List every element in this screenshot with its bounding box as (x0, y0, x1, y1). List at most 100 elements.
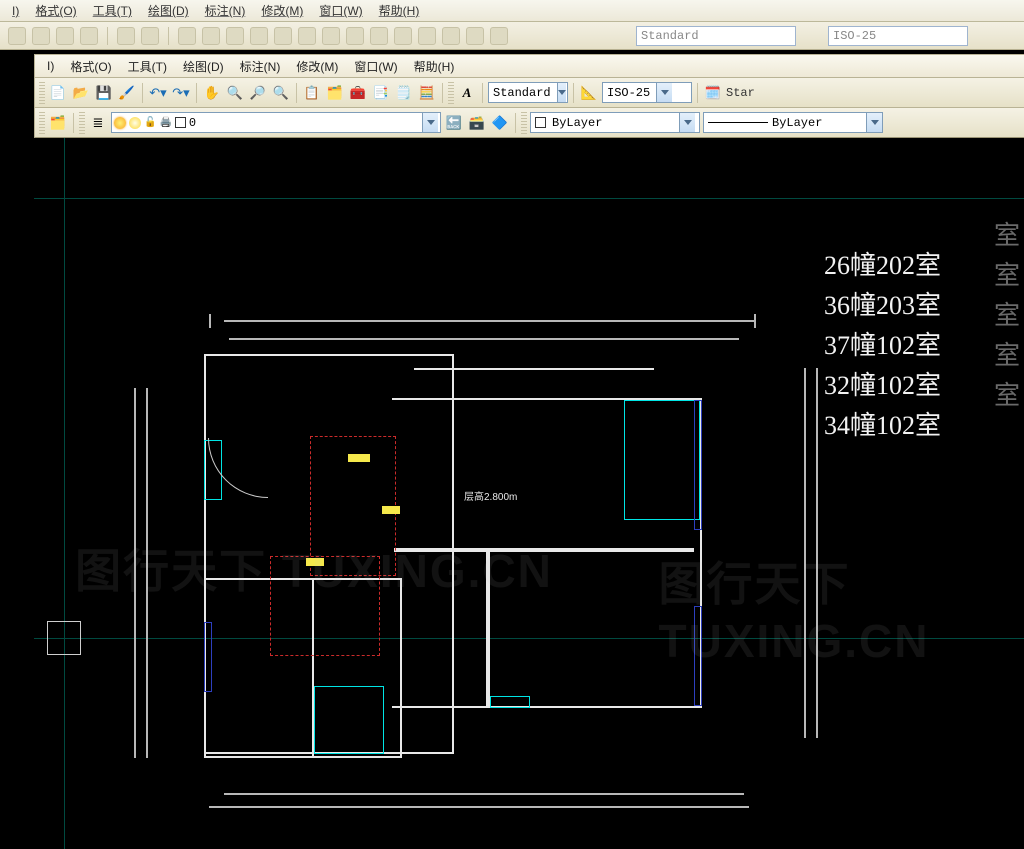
back-tool-icon[interactable] (226, 27, 244, 45)
separator (482, 83, 483, 103)
open-icon[interactable]: 📂 (71, 83, 91, 103)
back-tool-icon[interactable] (141, 27, 159, 45)
back-tool-icon[interactable] (32, 27, 50, 45)
menu-item-window[interactable]: 窗口(W) (348, 58, 403, 75)
color-swatch (535, 117, 546, 128)
back-tool-icon[interactable] (466, 27, 484, 45)
properties-icon[interactable]: 📋 (302, 83, 322, 103)
back-menu-item[interactable]: 格式(O) (29, 2, 82, 19)
menu-item-modify[interactable]: 修改(M) (290, 58, 344, 75)
trimmed-combo-label: Star (726, 86, 755, 100)
redo-icon[interactable]: ↷▾ (171, 83, 191, 103)
pan-icon[interactable]: ✋ (202, 83, 222, 103)
drawing-canvas[interactable]: 层高2.800m 室 室 室 室 室 26幢202室 36幢203室 37幢10… (34, 138, 1024, 849)
back-tool-icon[interactable] (80, 27, 98, 45)
design-center-icon[interactable]: 🗂️ (325, 83, 345, 103)
back-tool-icon[interactable] (8, 27, 26, 45)
new-icon[interactable]: 📄 (48, 83, 68, 103)
toolbar-grip[interactable] (79, 112, 85, 134)
duct (270, 556, 380, 656)
equipment-tag (306, 558, 324, 566)
zoom-realtime-icon[interactable]: 🔍 (225, 83, 245, 103)
color-combo[interactable]: ByLayer (530, 112, 700, 133)
cursor-pickbox (47, 621, 81, 655)
menu-item[interactable]: I) (41, 59, 60, 73)
dim-style-combo[interactable]: ISO-25 (602, 82, 692, 103)
save-icon[interactable]: 💾 (94, 83, 114, 103)
dropdown-arrow-icon (656, 83, 672, 102)
back-tool-icon[interactable] (370, 27, 388, 45)
text-style-icon[interactable]: A (457, 83, 477, 103)
back-menu-item[interactable]: 帮助(H) (373, 2, 426, 19)
dropdown-arrow-icon (866, 113, 882, 132)
menu-item-format[interactable]: 格式(O) (64, 58, 117, 75)
dimension-line (146, 388, 148, 758)
menu-item-dimension[interactable]: 标注(N) (234, 58, 287, 75)
back-tool-icon[interactable] (418, 27, 436, 45)
dimension-tick (209, 314, 211, 328)
back-menu-item[interactable]: 绘图(D) (142, 2, 195, 19)
linetype-combo[interactable]: ByLayer (703, 112, 883, 133)
toolbar-grip[interactable] (39, 112, 45, 134)
toolbar-grip[interactable] (448, 82, 454, 104)
menu-item-tools[interactable]: 工具(T) (122, 58, 173, 75)
back-tool-icon[interactable] (117, 27, 135, 45)
layer-manager-icon[interactable]: ≣ (88, 113, 108, 133)
foreground-window: I) 格式(O) 工具(T) 绘图(D) 标注(N) 修改(M) 窗口(W) 帮… (34, 54, 1024, 849)
dimension-line (816, 368, 818, 738)
markup-icon[interactable]: 🗒️ (394, 83, 414, 103)
layer-iso-icon[interactable]: 🔷 (490, 113, 510, 133)
layer-properties-icon[interactable]: 🗂️ (48, 113, 68, 133)
zoom-previous-icon[interactable]: 🔍 (271, 83, 291, 103)
annotation-item: 34幢102室 (824, 406, 941, 446)
toolbar-grip[interactable] (521, 112, 527, 134)
back-tool-icon[interactable] (322, 27, 340, 45)
back-tool-icon[interactable] (490, 27, 508, 45)
menu-item-draw[interactable]: 绘图(D) (177, 58, 230, 75)
back-tool-icon[interactable] (250, 27, 268, 45)
separator (196, 83, 197, 103)
guide-line (34, 198, 1024, 199)
back-tool-icon[interactable] (298, 27, 316, 45)
table-style-icon[interactable]: 🗓️ (703, 83, 723, 103)
back-tool-icon[interactable] (178, 27, 196, 45)
back-tool-icon[interactable] (202, 27, 220, 45)
back-tool-icon[interactable] (442, 27, 460, 45)
back-menu-item[interactable]: I) (6, 4, 25, 18)
back-tool-icon[interactable] (274, 27, 292, 45)
back-tool-icon[interactable] (56, 27, 74, 45)
brush-icon[interactable]: 🖌️ (117, 83, 137, 103)
text-style-combo[interactable]: Standard (488, 82, 568, 103)
sheet-set-icon[interactable]: 📑 (371, 83, 391, 103)
quickcalc-icon[interactable]: 🧮 (417, 83, 437, 103)
toolbar-grip[interactable] (39, 82, 45, 104)
back-menu-item[interactable]: 窗口(W) (313, 2, 368, 19)
wall (394, 548, 694, 552)
separator (573, 83, 574, 103)
back-menu-item[interactable]: 工具(T) (87, 2, 138, 19)
zoom-window-icon[interactable]: 🔎 (248, 83, 268, 103)
dimension-line (134, 388, 136, 758)
annotation-bg: 室 室 室 室 室 (994, 216, 1020, 416)
back-text-style-combo[interactable]: Standard (636, 26, 796, 46)
menu-item-help[interactable]: 帮助(H) (408, 58, 461, 75)
layer-previous-icon[interactable]: 🔙 (444, 113, 464, 133)
annotation-list: 26幢202室 36幢203室 37幢102室 32幢102室 34幢102室 (824, 246, 941, 446)
layer-plot-icon: 🖨️ (159, 117, 171, 129)
separator (442, 83, 443, 103)
undo-icon[interactable]: ↶▾ (148, 83, 168, 103)
layers-toolbar: 🗂️ ≣ 🔓 🖨️ 0 🔙 🗃️ 🔷 ByLayer ByLayer (34, 108, 1024, 138)
layer-combo[interactable]: 🔓 🖨️ 0 (111, 112, 441, 133)
frame (204, 622, 212, 692)
layer-unlock-icon: 🔓 (144, 117, 156, 129)
back-tool-icon[interactable] (346, 27, 364, 45)
back-tool-icon[interactable] (394, 27, 412, 45)
tool-palette-icon[interactable]: 🧰 (348, 83, 368, 103)
back-menu-item[interactable]: 标注(N) (199, 2, 252, 19)
back-menu-item[interactable]: 修改(M) (255, 2, 309, 19)
dim-style-icon[interactable]: 📐 (579, 83, 599, 103)
back-dim-style-combo[interactable]: ISO-25 (828, 26, 968, 46)
frame (694, 606, 702, 706)
layer-states-icon[interactable]: 🗃️ (467, 113, 487, 133)
window (624, 400, 700, 520)
